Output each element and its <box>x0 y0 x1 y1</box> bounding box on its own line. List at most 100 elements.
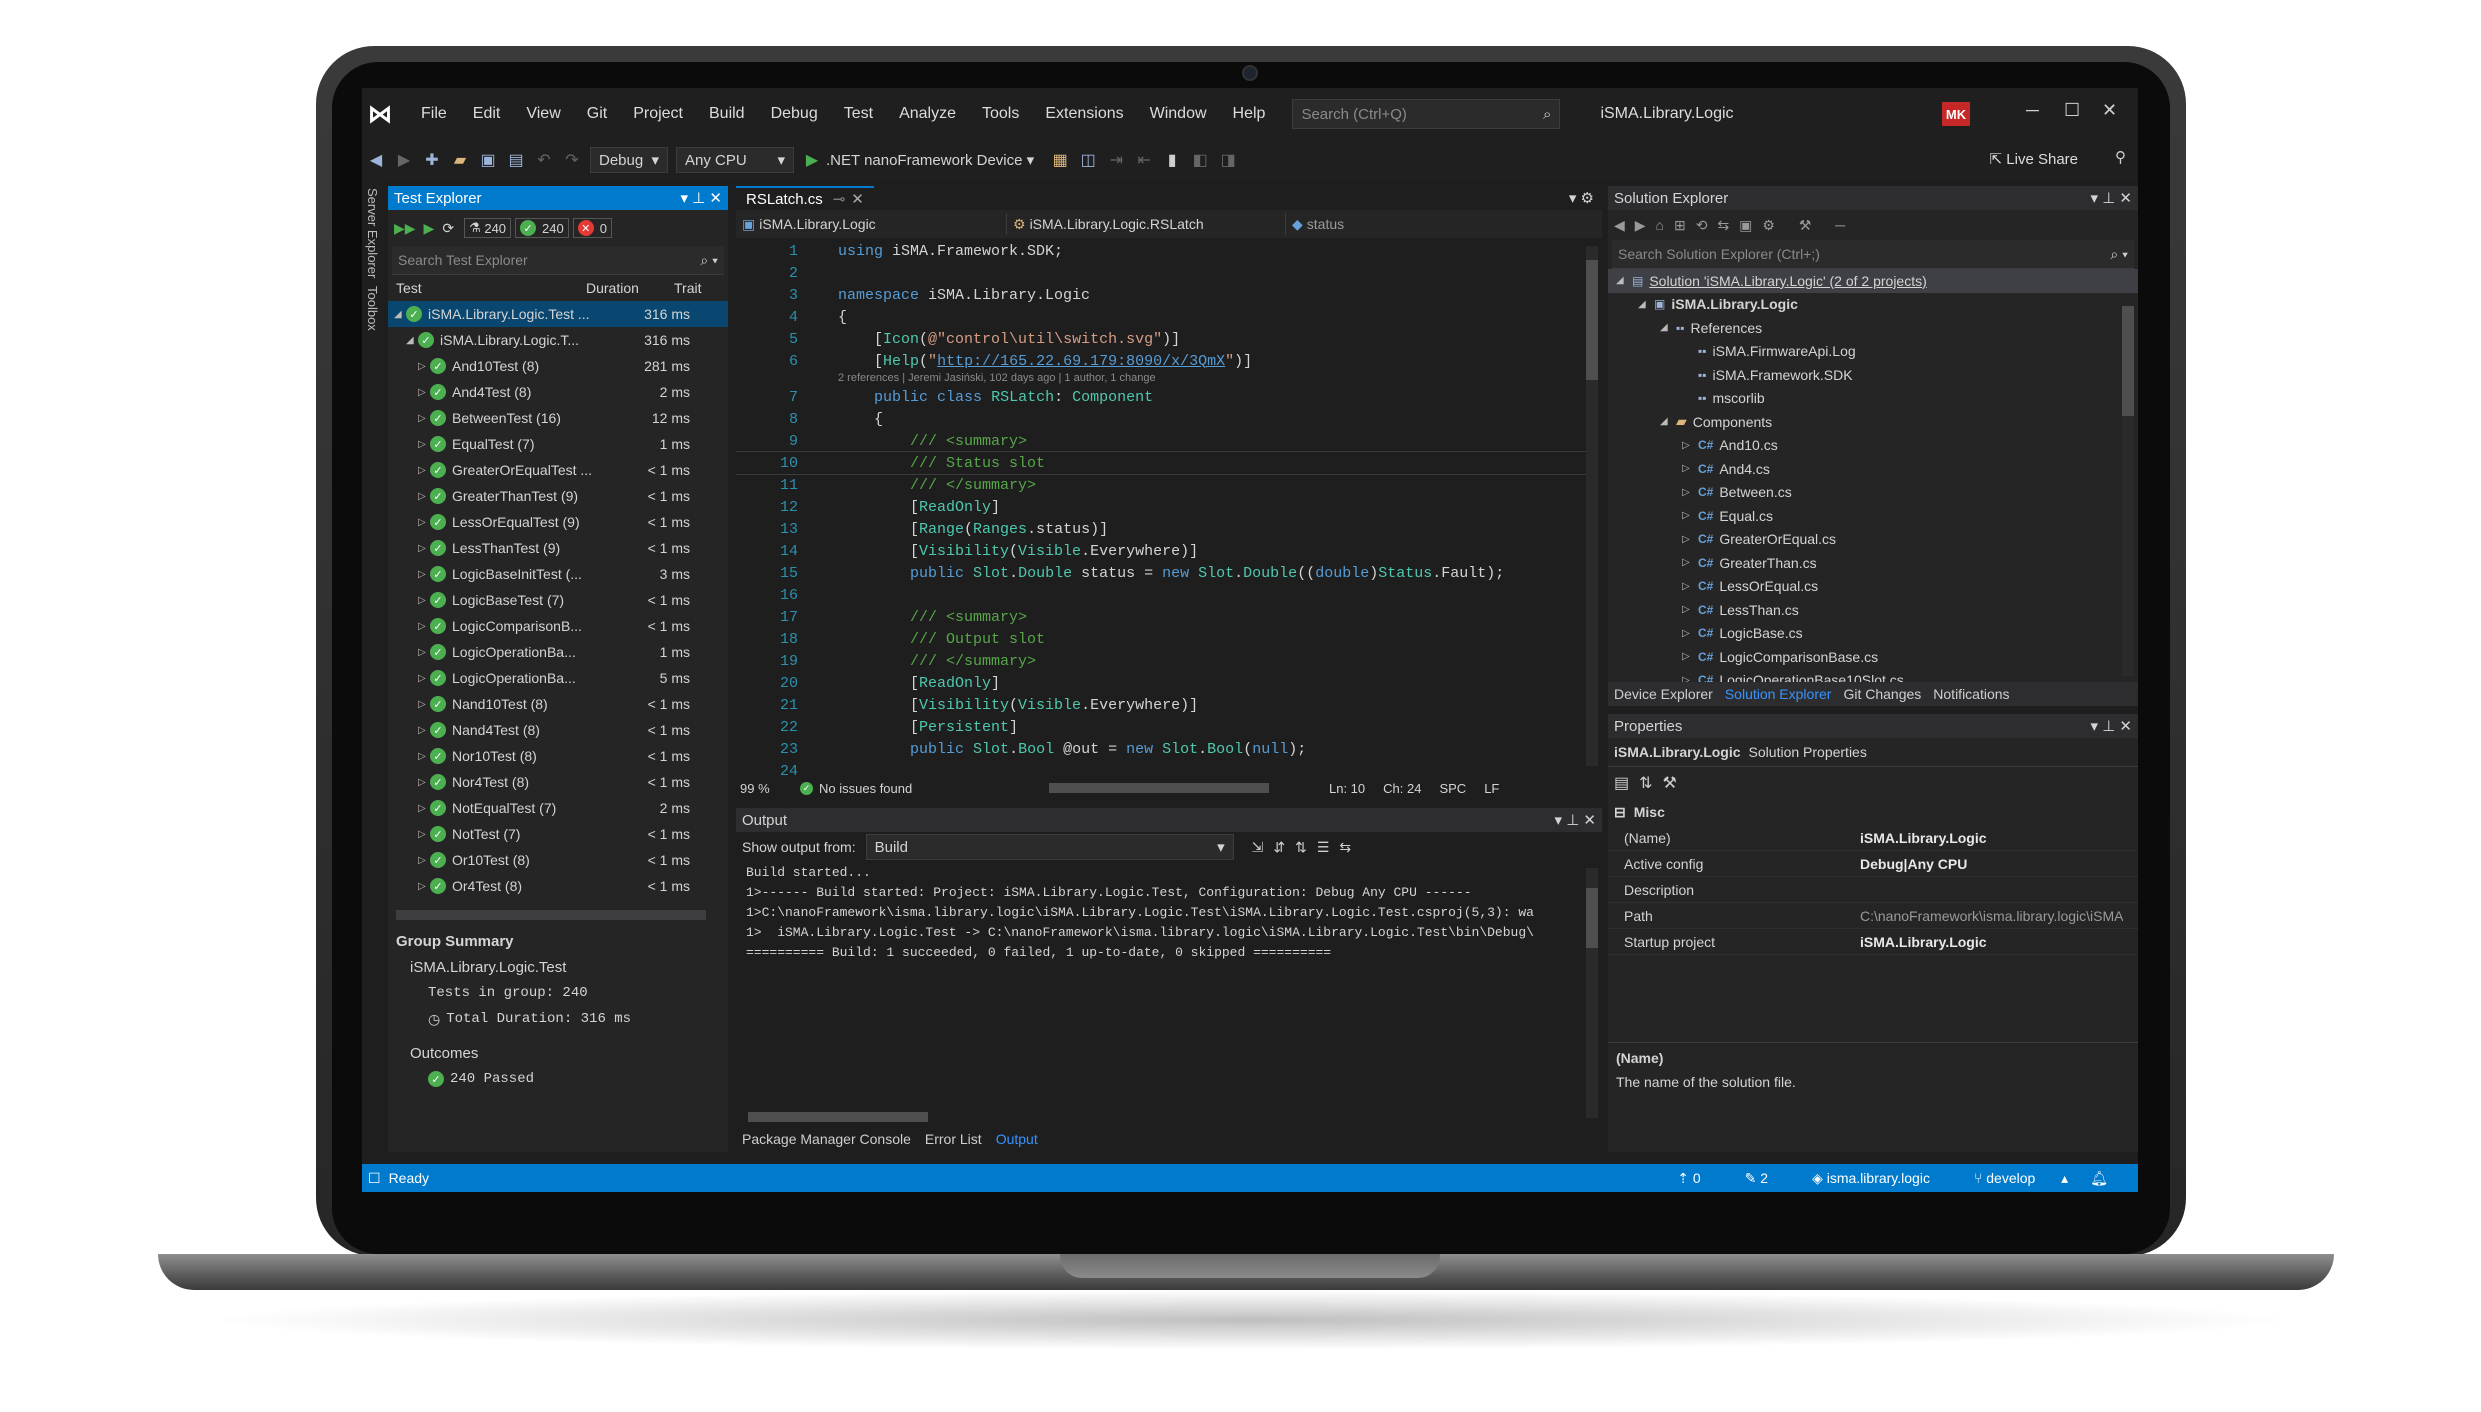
property-row[interactable]: Description <box>1608 877 2138 903</box>
test-row[interactable]: ▷ ✓ Nor10Test (8) < 1 ms <box>388 743 728 769</box>
pin-feedback-icon[interactable]: ⚲ <box>2115 148 2126 166</box>
category-misc[interactable]: ⊟ Misc <box>1608 799 2138 825</box>
panel-controls[interactable]: ▾ ⊥ ✕ <box>2091 717 2133 735</box>
solution-tree-item[interactable]: ▪▪ iSMA.Framework.SDK <box>1608 363 2138 387</box>
expand-icon[interactable]: ▷ <box>418 439 430 450</box>
menu-git[interactable]: Git <box>574 105 620 123</box>
menu-extensions[interactable]: Extensions <box>1032 105 1136 123</box>
panel-controls[interactable]: ▾ ⊥ ✕ <box>2091 189 2133 207</box>
test-row[interactable]: ▷ ✓ Or10Test (8) < 1 ms <box>388 847 728 873</box>
solution-tree-item[interactable]: ▷ C# And4.cs <box>1608 457 2138 481</box>
menu-help[interactable]: Help <box>1220 105 1279 123</box>
expand-icon[interactable]: ▷ <box>418 803 430 814</box>
expand-icon[interactable]: ▷ <box>418 647 430 658</box>
visual-studio-logo-icon[interactable]: ⋈ <box>366 100 394 128</box>
test-row[interactable]: ▷ ✓ LogicComparisonB... < 1 ms <box>388 613 728 639</box>
editor-hscroll[interactable] <box>1049 783 1269 793</box>
branch-button[interactable]: ⑂ develop ▴ <box>1974 1170 2068 1187</box>
expand-icon[interactable]: ▷ <box>418 465 430 476</box>
test-row[interactable]: ▷ ✓ LessThanTest (9) < 1 ms <box>388 535 728 561</box>
open-folder-icon[interactable]: ▰ <box>449 149 471 171</box>
live-share-button[interactable]: ⇱ Live Share <box>1990 150 2078 168</box>
panel-controls[interactable]: ▾ ⊥ ✕ <box>1555 811 1597 829</box>
expand-icon[interactable]: ◢ <box>1638 299 1654 310</box>
categorized-icon[interactable]: ▤ <box>1614 773 1629 793</box>
expand-icon[interactable]: ◢ <box>1616 275 1632 286</box>
property-value[interactable]: Debug|Any CPU <box>1860 856 1967 872</box>
solution-tree-item[interactable]: ▷ C# LogicBase.cs <box>1608 622 2138 646</box>
expand-icon[interactable]: ▷ <box>1682 604 1698 615</box>
tab-rslatch[interactable]: RSLatch.cs ⊸ ✕ <box>736 186 874 210</box>
output-hscroll[interactable] <box>748 1112 928 1122</box>
tab-git-changes[interactable]: Git Changes <box>1837 686 1927 702</box>
changes-count[interactable]: ✎ 2 <box>1745 1170 1790 1187</box>
test-row[interactable]: ▷ ✓ EqualTest (7) 1 ms <box>388 431 728 457</box>
refresh-icon[interactable]: ⟳ <box>442 220 454 237</box>
test-row[interactable]: ◢ ✓ iSMA.Library.Logic.Test ... 316 ms <box>388 301 728 327</box>
output-toolbar-icons[interactable]: ⇲⇵⇅☰⇆ <box>1252 839 1361 856</box>
run-all-icon[interactable]: ▶▶ <box>394 220 416 237</box>
nav-project-select[interactable]: ▣ iSMA.Library.Logic <box>736 213 1007 235</box>
solution-tree-item[interactable]: ▷ C# GreaterOrEqual.cs <box>1608 528 2138 552</box>
test-row[interactable]: ▷ ✓ Or4Test (8) < 1 ms <box>388 873 728 899</box>
expand-icon[interactable]: ▷ <box>418 699 430 710</box>
platform-select[interactable]: Any CPU ▾ <box>676 147 794 173</box>
menu-analyze[interactable]: Analyze <box>886 105 969 123</box>
tab-package-manager-console[interactable]: Package Manager Console <box>742 1131 911 1147</box>
panel-controls[interactable]: ▾ ⊥ ✕ <box>681 189 723 207</box>
bookmark-icon[interactable]: ▮ <box>1161 149 1183 171</box>
menu-project[interactable]: Project <box>620 105 696 123</box>
expand-icon[interactable]: ▷ <box>1682 651 1698 662</box>
expand-icon[interactable]: ▷ <box>418 387 430 398</box>
test-search-input[interactable]: Search Test Explorer ⌕ ▾ <box>392 246 724 275</box>
expand-icon[interactable]: ▷ <box>418 543 430 554</box>
test-row[interactable]: ▷ ✓ LessOrEqualTest (9) < 1 ms <box>388 509 728 535</box>
bookmark-prev-icon[interactable]: ◧ <box>1189 149 1211 171</box>
expand-icon[interactable]: ◢ <box>1660 416 1676 427</box>
menu-test[interactable]: Test <box>831 105 886 123</box>
forward-icon[interactable]: ▶ <box>393 149 415 171</box>
expand-icon[interactable]: ▷ <box>418 595 430 606</box>
expand-icon[interactable]: ▷ <box>418 725 430 736</box>
expand-icon[interactable]: ◢ <box>394 309 406 320</box>
search-input[interactable]: Search (Ctrl+Q) ⌕ <box>1292 99 1561 129</box>
expand-icon[interactable]: ▷ <box>418 829 430 840</box>
expand-icon[interactable]: ▷ <box>418 413 430 424</box>
nav-type-select[interactable]: ⚙ iSMA.Library.Logic.RSLatch <box>1007 213 1286 235</box>
codelens-info[interactable]: 2 references | Jeremi Jasiński, 102 days… <box>736 372 1586 386</box>
solution-tree-item[interactable]: ▷ C# Between.cs <box>1608 481 2138 505</box>
menu-debug[interactable]: Debug <box>758 105 831 123</box>
menu-view[interactable]: View <box>513 105 573 123</box>
tab-overflow-icon[interactable]: ▾ ⚙ <box>1569 189 1594 207</box>
test-row[interactable]: ▷ ✓ LogicOperationBa... 5 ms <box>388 665 728 691</box>
test-row[interactable]: ▷ ✓ LogicBaseTest (7) < 1 ms <box>388 587 728 613</box>
menu-file[interactable]: File <box>408 105 460 123</box>
test-row[interactable]: ▷ ✓ And10Test (8) 281 ms <box>388 353 728 379</box>
test-row[interactable]: ▷ ✓ Nand10Test (8) < 1 ms <box>388 691 728 717</box>
expand-icon[interactable]: ▷ <box>418 569 430 580</box>
save-all-icon[interactable]: ▤ <box>505 149 527 171</box>
test-row[interactable]: ▷ ✓ LogicBaseInitTest (... 3 ms <box>388 561 728 587</box>
toolbox-tab[interactable]: Toolbox <box>365 286 380 331</box>
menu-window[interactable]: Window <box>1137 105 1220 123</box>
solution-tree-item[interactable]: ◢ ▣ iSMA.Library.Logic <box>1608 293 2138 317</box>
bookmark-next-icon[interactable]: ◨ <box>1217 149 1239 171</box>
failed-tests-filter[interactable]: ✕ 0 <box>572 218 612 238</box>
solution-tree-item[interactable]: ▷ C# LessThan.cs <box>1608 598 2138 622</box>
editor-vscroll[interactable] <box>1586 246 1598 766</box>
solution-tree-item[interactable]: ▷ C# GreaterThan.cs <box>1608 551 2138 575</box>
user-avatar[interactable]: MK <box>1942 102 1970 126</box>
test-row[interactable]: ▷ ✓ NotEqualTest (7) 2 ms <box>388 795 728 821</box>
total-tests-filter[interactable]: ⚗ 240 <box>464 218 512 238</box>
tab-output[interactable]: Output <box>996 1131 1038 1147</box>
output-vscroll[interactable] <box>1586 868 1598 1118</box>
test-row[interactable]: ▷ ✓ BetweenTest (16) 12 ms <box>388 405 728 431</box>
expand-icon[interactable]: ▷ <box>418 491 430 502</box>
nav-member-select[interactable]: ◆ status <box>1286 213 1578 235</box>
expand-icon[interactable]: ▷ <box>418 751 430 762</box>
solution-tree-item[interactable]: ◢ ▤ Solution 'iSMA.Library.Logic' (2 of 2 … <box>1608 269 2138 293</box>
expand-icon[interactable]: ▷ <box>418 517 430 528</box>
test-row[interactable]: ▷ ✓ NotTest (7) < 1 ms <box>388 821 728 847</box>
tab-device-explorer[interactable]: Device Explorer <box>1608 686 1719 702</box>
repository-button[interactable]: ◈ isma.library.logic <box>1812 1170 1952 1187</box>
